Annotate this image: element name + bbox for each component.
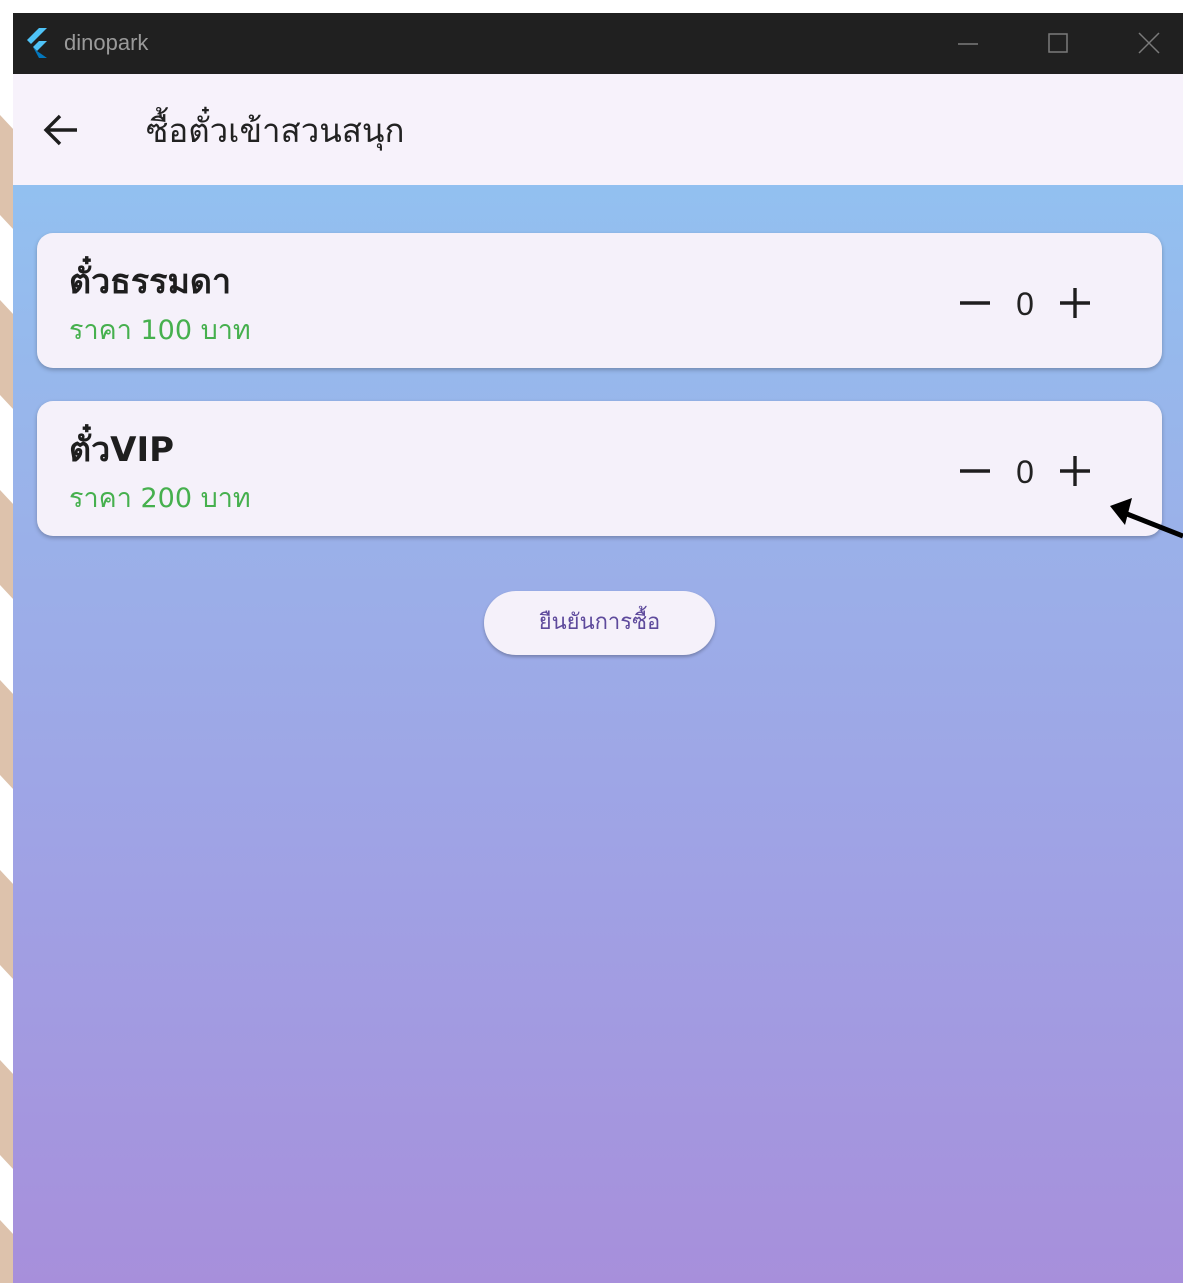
- app-bar: ซื้อตั๋วเข้าสวนสนุก: [13, 74, 1183, 185]
- ticket-name: ตั๋วธรรมดา: [69, 262, 232, 302]
- window-titlebar[interactable]: dinopark: [13, 13, 1183, 74]
- minus-icon: [960, 301, 990, 305]
- page-title: ซื้อตั๋วเข้าสวนสนุก: [146, 111, 405, 150]
- increment-button[interactable]: [1053, 281, 1097, 325]
- ticket-card-regular: ตั๋วธรรมดา ราคา 100 บาท 0: [37, 233, 1162, 368]
- decrement-button[interactable]: [953, 281, 997, 325]
- close-icon[interactable]: [1103, 13, 1183, 74]
- annotation-arrow-icon: [1100, 484, 1183, 544]
- plus-icon: [1060, 456, 1090, 486]
- confirm-purchase-button[interactable]: ยืนยันการซื้อ: [484, 591, 715, 655]
- arrow-left-icon[interactable]: [41, 112, 81, 148]
- ticket-card-vip: ตั๋วVIP ราคา 200 บาท 0: [37, 401, 1162, 536]
- screenshot-stage: dinopark ซื้อตั๋วเข้าสวนสนุก ตั๋วธรรมดา …: [0, 0, 1183, 1283]
- ticket-quantity: 0: [1016, 454, 1034, 490]
- maximize-icon[interactable]: [1013, 13, 1103, 74]
- app-window: dinopark ซื้อตั๋วเข้าสวนสนุก ตั๋วธรรมดา …: [13, 13, 1183, 1283]
- window-title: dinopark: [64, 30, 149, 55]
- minimize-icon[interactable]: [923, 13, 1013, 74]
- ticket-name: ตั๋วVIP: [69, 430, 175, 470]
- ticket-quantity: 0: [1016, 286, 1034, 322]
- plus-icon: [1060, 288, 1090, 318]
- ticket-price: ราคา 100 บาท: [69, 315, 251, 346]
- decrement-button[interactable]: [953, 449, 997, 493]
- minus-icon: [960, 469, 990, 473]
- background-decoration: [0, 0, 14, 1283]
- flutter-logo-icon: [22, 27, 52, 59]
- increment-button[interactable]: [1053, 449, 1097, 493]
- ticket-price: ราคา 200 บาท: [69, 483, 251, 514]
